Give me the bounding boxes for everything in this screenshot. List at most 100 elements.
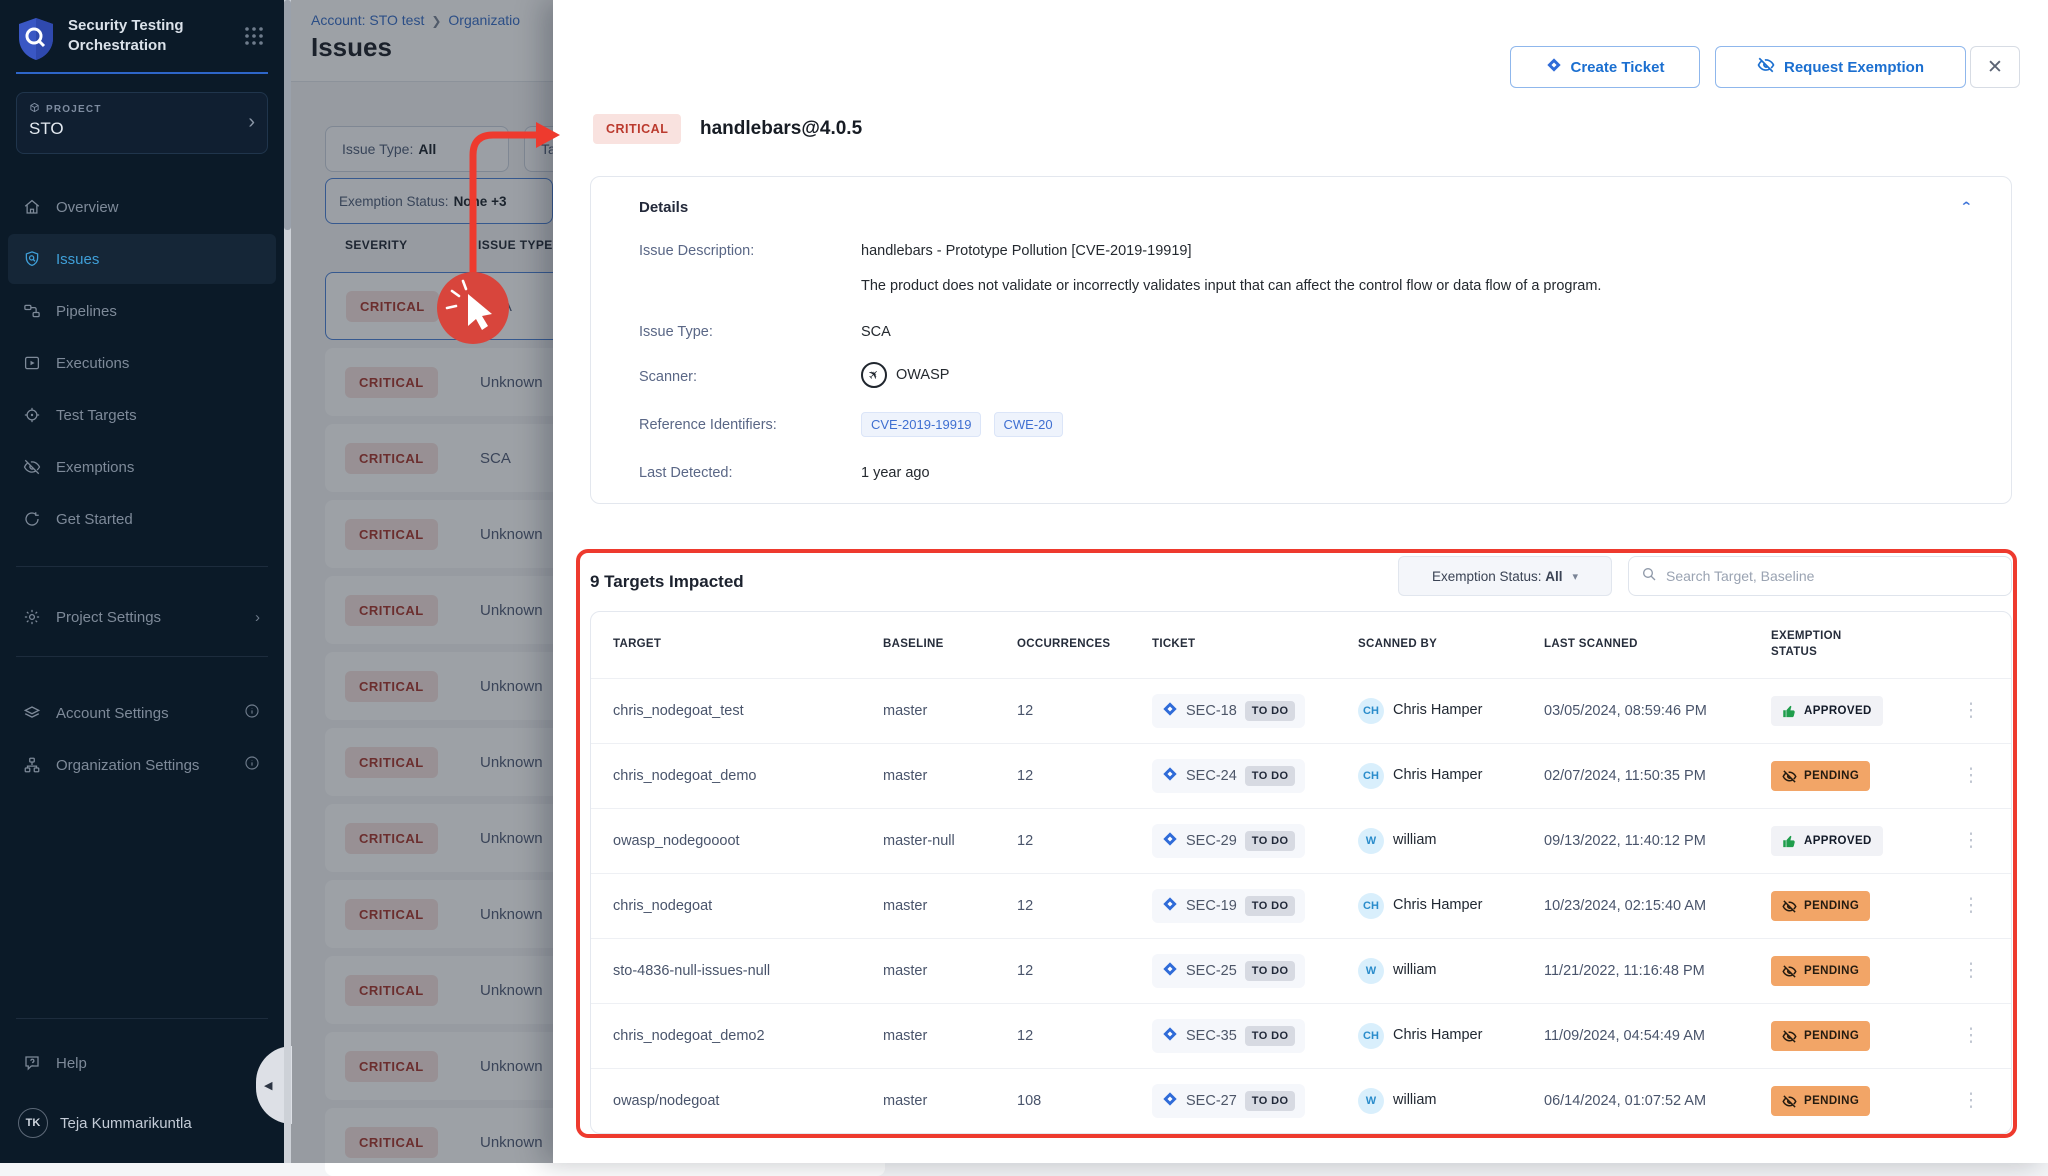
- row-menu-button[interactable]: ⋮: [1953, 771, 1989, 781]
- avatar: CH: [1358, 893, 1384, 919]
- row-menu-button[interactable]: ⋮: [1953, 706, 1989, 716]
- occurrences-cell: 108: [1017, 1093, 1152, 1109]
- scanned-by-cell: Wwilliam: [1358, 828, 1544, 854]
- sidebar-item-help[interactable]: Help: [8, 1038, 276, 1088]
- reference-identifiers: CVE-2019-19919 CWE-20: [861, 412, 1071, 437]
- sidebar-item-label: Organization Settings: [56, 757, 199, 774]
- sidebar-item-exemptions[interactable]: Exemptions: [8, 442, 276, 492]
- column-header: TARGET: [613, 637, 723, 653]
- chevron-up-icon[interactable]: ⌃: [1960, 199, 1973, 215]
- request-exemption-button[interactable]: Request Exemption: [1715, 46, 1966, 88]
- chevron-right-icon: ›: [248, 111, 255, 134]
- issue-type-value: SCA: [861, 324, 891, 340]
- table-row[interactable]: chris_nodegoat_testmaster12SEC-18TO DOCH…: [591, 678, 2011, 743]
- cve-tag[interactable]: CVE-2019-19919: [861, 412, 981, 437]
- dropdown-value: All: [1545, 569, 1562, 584]
- sidebar-item-project-settings[interactable]: Project Settings ›: [8, 592, 276, 642]
- baseline-cell: master: [883, 703, 1017, 719]
- last-scanned-cell: 06/14/2024, 01:07:52 AM: [1544, 1093, 1771, 1109]
- scanned-by-cell: CHChris Hamper: [1358, 698, 1544, 724]
- row-menu-button[interactable]: ⋮: [1953, 901, 1989, 911]
- avatar: W: [1358, 828, 1384, 854]
- scanned-by-cell: CHChris Hamper: [1358, 1023, 1544, 1049]
- row-menu-button[interactable]: ⋮: [1953, 836, 1989, 846]
- row-menu-button[interactable]: ⋮: [1953, 1031, 1989, 1041]
- ticket-id: SEC-19: [1186, 898, 1237, 914]
- scanned-by-cell: Wwilliam: [1358, 958, 1544, 984]
- sidebar-item-issues[interactable]: Issues: [8, 234, 276, 284]
- cwe-tag[interactable]: CWE-20: [994, 412, 1063, 437]
- play-square-icon: [22, 354, 42, 372]
- last-scanned-cell: 02/07/2024, 11:50:35 PM: [1544, 768, 1771, 784]
- ticket-id: SEC-27: [1186, 1093, 1237, 1109]
- ticket-link[interactable]: SEC-29TO DO: [1152, 824, 1305, 858]
- ticket-link[interactable]: SEC-27 TO DO: [1152, 1084, 1305, 1118]
- table-row[interactable]: chris_nodegoat_demomaster12SEC-24TO DOCH…: [591, 743, 2011, 808]
- search-input[interactable]: [1666, 568, 1999, 584]
- table-row[interactable]: owasp_nodegooootmaster-null12SEC-29TO DO…: [591, 808, 2011, 873]
- sidebar-item-test-targets[interactable]: Test Targets: [8, 390, 276, 440]
- table-row[interactable]: chris_nodegoatmaster12SEC-19TO DOCHChris…: [591, 873, 2011, 938]
- create-ticket-button[interactable]: Create Ticket: [1510, 46, 1700, 88]
- avatar: W: [1358, 958, 1384, 984]
- sidebar-item-executions[interactable]: Executions: [8, 338, 276, 388]
- eye-off-icon: [1782, 1029, 1797, 1044]
- avatar: CH: [1358, 763, 1384, 789]
- sto-shield-logo: [16, 16, 56, 67]
- avatar: CH: [1358, 1023, 1384, 1049]
- severity-badge: CRITICAL: [593, 114, 681, 144]
- sidebar-item-account-settings[interactable]: Account Settings: [8, 688, 276, 738]
- avatar: CH: [1358, 698, 1384, 724]
- search-icon: [1641, 566, 1657, 587]
- ticket-link[interactable]: SEC-35TO DO: [1152, 1019, 1305, 1053]
- jira-diamond-icon: [1162, 766, 1178, 786]
- sidebar-item-label: Test Targets: [56, 407, 137, 424]
- thumbs-up-icon: [1782, 834, 1797, 849]
- close-button[interactable]: ✕: [1970, 46, 2020, 88]
- ticket-link[interactable]: SEC-24TO DO: [1152, 759, 1305, 793]
- baseline-cell: master: [883, 768, 1017, 784]
- owasp-zap-icon: ✈: [856, 357, 893, 394]
- sidebar-item-label: Project Settings: [56, 609, 161, 626]
- target-search[interactable]: [1628, 556, 2012, 596]
- table-row[interactable]: owasp/nodegoatmaster108SEC-27TO DOWwilli…: [591, 1068, 2011, 1133]
- ticket-link[interactable]: SEC-25 TO DO: [1152, 954, 1305, 988]
- ticket-link[interactable]: SEC-19TO DO: [1152, 889, 1305, 923]
- sidebar-item-get-started[interactable]: Get Started: [8, 494, 276, 544]
- avatar: TK: [18, 1108, 48, 1138]
- cube-icon: [29, 102, 40, 116]
- sidebar-item-organization-settings[interactable]: Organization Settings: [8, 740, 276, 790]
- ticket-link[interactable]: SEC-18TO DO: [1152, 694, 1305, 728]
- scanner-label: Scanner:: [639, 369, 697, 385]
- ticket-id: SEC-25: [1186, 963, 1237, 979]
- sidebar-item-overview[interactable]: Overview: [8, 182, 276, 232]
- exemption-status-badge: PENDING: [1771, 956, 1870, 986]
- scanner-name: OWASP: [896, 367, 949, 383]
- scanned-by-cell: Wwilliam: [1358, 1088, 1544, 1114]
- table-row[interactable]: sto-4836-null-issues-nullmaster12SEC-25T…: [591, 938, 2011, 1003]
- project-selector[interactable]: PROJECT STO ›: [16, 92, 268, 154]
- target-cell: sto-4836-null-issues-null: [613, 963, 883, 979]
- sidebar-divider: [16, 72, 268, 74]
- exemption-status-dropdown[interactable]: Exemption Status: All ▾: [1398, 556, 1612, 596]
- last-scanned-cell: 03/05/2024, 08:59:46 PM: [1544, 703, 1771, 719]
- occurrences-cell: 12: [1017, 703, 1152, 719]
- last-detected-label: Last Detected:: [639, 465, 733, 481]
- ticket-status-chip: TO DO: [1245, 961, 1296, 981]
- user-menu[interactable]: TK Teja Kummarikuntla: [18, 1108, 192, 1138]
- jira-diamond-icon: [1162, 1026, 1178, 1046]
- scrollbar-thumb[interactable]: [284, 0, 291, 230]
- jira-diamond-icon: [1162, 701, 1178, 721]
- sidebar-item-pipelines[interactable]: Pipelines: [8, 286, 276, 336]
- ticket-status-chip: TO DO: [1245, 766, 1296, 786]
- table-row[interactable]: chris_nodegoat_demo2master12SEC-35TO DOC…: [591, 1003, 2011, 1068]
- eye-off-icon: [1757, 56, 1775, 78]
- table-header-row: TARGET BASELINE OCCURRENCES TICKET SCANN…: [591, 612, 2011, 678]
- app-switcher-grid-icon[interactable]: [244, 26, 264, 51]
- row-menu-button[interactable]: ⋮: [1953, 1096, 1989, 1106]
- ticket-status-chip: TO DO: [1245, 1091, 1296, 1111]
- org-chart-icon: [22, 756, 42, 774]
- row-menu-button[interactable]: ⋮: [1953, 966, 1989, 976]
- column-header: EXEMPTION STATUS: [1771, 629, 1881, 660]
- dropdown-label: Exemption Status:: [1432, 569, 1542, 584]
